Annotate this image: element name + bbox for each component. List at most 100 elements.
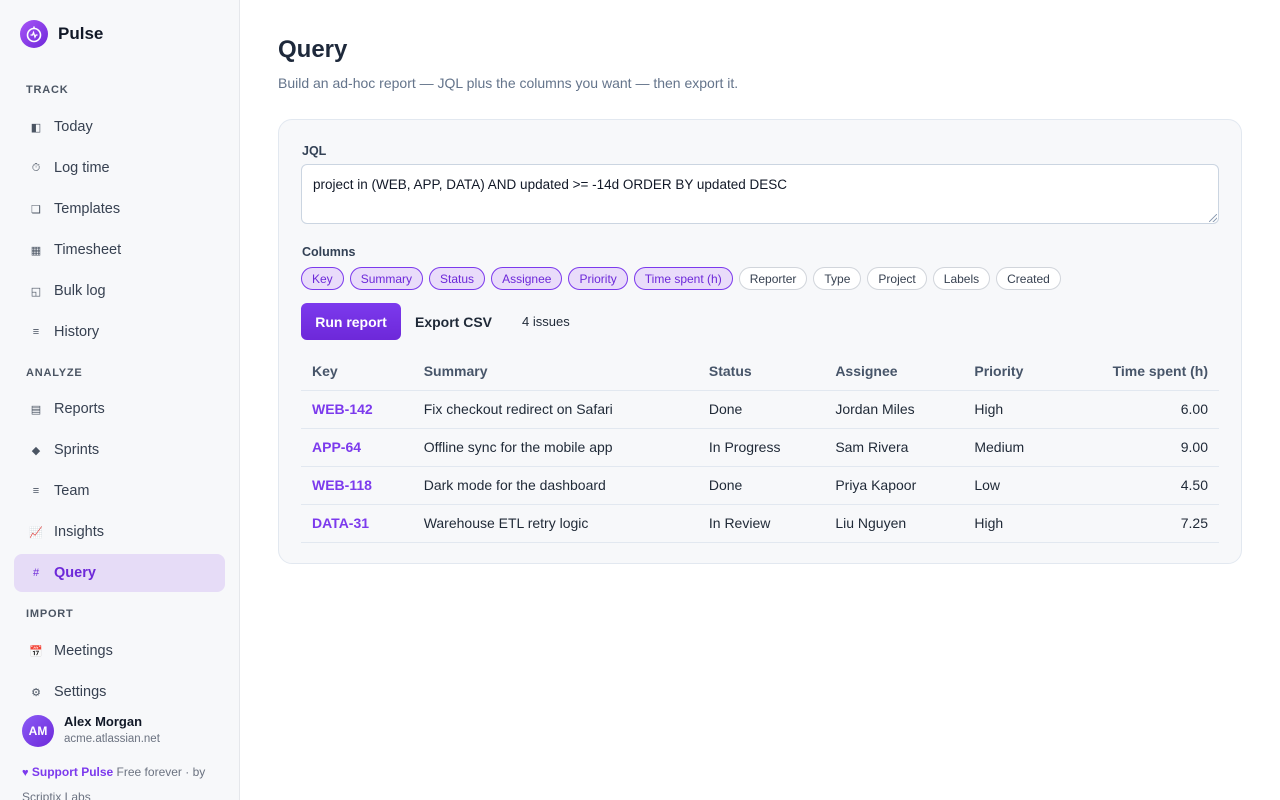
sidebar-item-label: Team xyxy=(54,483,90,499)
sidebar-item-label: Insights xyxy=(54,524,104,540)
column-chip-status[interactable]: Status xyxy=(429,267,486,290)
template-icon: ❏ xyxy=(31,203,41,216)
query-card: JQL project in (WEB, APP, DATA) AND upda… xyxy=(278,119,1242,564)
pulse-logo-icon xyxy=(20,20,48,48)
table-cell: 6.00 xyxy=(1060,390,1219,429)
column-header[interactable]: Key xyxy=(301,352,413,391)
table-row[interactable]: DATA-31 Warehouse ETL retry logic In Revie… xyxy=(301,504,1219,543)
column-chip-created[interactable]: Created xyxy=(996,267,1061,290)
sidebar-item-label: History xyxy=(54,324,100,340)
table-cell: 4.50 xyxy=(1060,466,1219,505)
table-cell: High xyxy=(963,390,1061,429)
table-cell: Jordan Miles xyxy=(824,390,964,429)
column-chip-type[interactable]: Type xyxy=(813,267,862,290)
table-cell: WEB-142 xyxy=(301,390,413,429)
column-chip-summary[interactable]: Summary xyxy=(349,267,424,290)
column-chip-priority[interactable]: Priority xyxy=(568,267,628,290)
export-csv-button[interactable]: Export CSV xyxy=(415,303,492,340)
table-cell: 7.25 xyxy=(1060,504,1219,543)
table-cell: Dark mode for the dashboard xyxy=(412,466,698,505)
page-title: Query xyxy=(278,36,348,63)
column-header[interactable]: Assignee xyxy=(824,352,964,391)
page-subtitle: Build an ad-hoc report — JQL plus the co… xyxy=(278,75,739,91)
sidebar-item-templates[interactable]: ❏ Templates xyxy=(14,190,225,228)
diamond-icon: ◆ xyxy=(31,444,41,457)
table-cell: In Review xyxy=(697,504,825,543)
sidebar-item-reports[interactable]: ▤ Reports xyxy=(14,390,225,428)
brand[interactable]: Pulse xyxy=(20,20,103,48)
sidebar-item-bulk-log[interactable]: ◱ Bulk log xyxy=(14,272,225,310)
user-profile[interactable]: AM Alex Morgan acme.atlassian.net xyxy=(22,714,160,748)
calendar-icon: 📅 xyxy=(29,645,43,658)
table-header-row: Key Summary Status Assignee Priority Time spe… xyxy=(301,352,1219,391)
team-icon: ≡ xyxy=(32,485,40,497)
table-cell: Low xyxy=(963,466,1061,505)
table-cell: WEB-118 xyxy=(301,466,413,505)
table-row[interactable]: WEB-118 Dark mode for the dashboard Done Pr… xyxy=(301,466,1219,505)
sidebar-item-meetings[interactable]: 📅 Meetings xyxy=(14,632,225,670)
column-chip-reporter[interactable]: Reporter xyxy=(738,267,808,290)
hash-icon: # xyxy=(32,567,40,579)
sidebar-item-history[interactable]: ≡ History xyxy=(14,313,225,351)
columns-label: Columns xyxy=(302,245,356,259)
table-cell: In Progress xyxy=(697,428,825,467)
sidebar-item-label: Bulk log xyxy=(54,283,106,299)
sidebar-item-settings[interactable]: ⚙ Settings xyxy=(14,673,225,711)
jql-input[interactable]: project in (WEB, APP, DATA) AND updated … xyxy=(301,164,1219,224)
sidebar-item-label: Log time xyxy=(54,160,110,176)
user-name: Alex Morgan xyxy=(64,714,143,729)
table-cell: APP-64 xyxy=(301,428,413,467)
sidebar-item-insights[interactable]: 📈 Insights xyxy=(14,513,225,551)
column-header[interactable]: Priority xyxy=(963,352,1061,391)
sidebar-item-sprints[interactable]: ◆ Sprints xyxy=(14,431,225,469)
chart-icon: 📈 xyxy=(29,526,43,539)
sidebar-item-timesheet[interactable]: ▦ Timesheet xyxy=(14,231,225,269)
sidebar-item-team[interactable]: ≡ Team xyxy=(14,472,225,510)
table-cell: Done xyxy=(697,390,825,429)
sidebar-item-query[interactable]: # Query xyxy=(14,554,225,592)
sidebar-item-today[interactable]: ◧ Today xyxy=(14,108,225,146)
issue-key-link[interactable]: DATA-31 xyxy=(312,515,369,531)
sidebar-item-label: Settings xyxy=(54,684,107,700)
column-chip-assignee[interactable]: Assignee xyxy=(491,267,563,290)
table-cell: Sam Rivera xyxy=(824,428,964,467)
column-header[interactable]: Summary xyxy=(412,352,698,391)
today-icon: ◧ xyxy=(30,121,42,134)
list-icon: ≡ xyxy=(32,326,40,338)
column-chip-labels[interactable]: Labels xyxy=(932,267,991,290)
table-row[interactable]: WEB-142 Fix checkout redirect on Safari Do… xyxy=(301,390,1219,429)
sidebar-item-label: Templates xyxy=(54,201,121,217)
table-row[interactable]: APP-64 Offline sync for the mobile app In … xyxy=(301,428,1219,467)
issue-count: 4 issues xyxy=(522,314,570,329)
column-chip-key[interactable]: Key xyxy=(301,267,344,290)
table-body: WEB-142 Fix checkout redirect on Safari Do… xyxy=(301,390,1219,543)
resize-handle[interactable] xyxy=(1209,214,1217,222)
sidebar: Pulse TRACK ◧ Today ⏱ Log time ❏ Templates ▦ Tim… xyxy=(0,0,240,800)
issue-key-link[interactable]: WEB-142 xyxy=(312,401,373,417)
run-report-button[interactable]: Run report xyxy=(301,303,401,340)
column-header[interactable]: Time spent (h) xyxy=(1060,352,1219,391)
column-chips: Key Summary Status Assignee Priority Time spe… xyxy=(301,267,1061,290)
sidebar-item-label: Reports xyxy=(54,401,105,417)
sidebar-item-label: Meetings xyxy=(54,643,113,659)
table-cell: Medium xyxy=(963,428,1061,467)
main-content: Query Build an ad-hoc report — JQL plus … xyxy=(240,0,1280,800)
brand-name: Pulse xyxy=(58,24,104,43)
grid-icon: ▦ xyxy=(30,244,42,257)
sidebar-item-label: Query xyxy=(54,565,96,581)
issue-key-link[interactable]: WEB-118 xyxy=(312,477,372,493)
issue-key-link[interactable]: APP-64 xyxy=(312,439,361,455)
table-cell: Warehouse ETL retry logic xyxy=(412,504,698,543)
sidebar-item-label: Today xyxy=(54,119,93,135)
section-title-track: TRACK xyxy=(26,84,69,96)
gear-icon: ⚙ xyxy=(31,686,41,699)
sidebar-item-log-time[interactable]: ⏱ Log time xyxy=(14,149,225,187)
heart-icon: ♥ xyxy=(22,767,29,779)
column-chip-time-spent-h[interactable]: Time spent (h) xyxy=(633,267,733,290)
support-link[interactable]: Support Pulse xyxy=(32,765,113,779)
reports-icon: ▤ xyxy=(30,403,42,416)
column-header[interactable]: Status xyxy=(697,352,825,391)
column-chip-project[interactable]: Project xyxy=(867,267,927,290)
bulk-icon: ◱ xyxy=(30,285,42,298)
table-cell: DATA-31 xyxy=(301,504,413,543)
